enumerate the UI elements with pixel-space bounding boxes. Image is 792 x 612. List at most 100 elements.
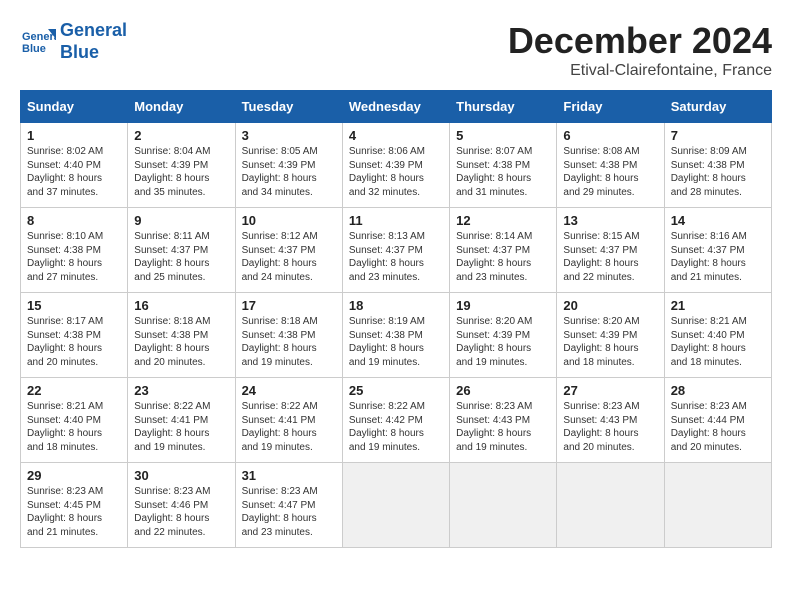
cell-info: Sunrise: 8:09 AMSunset: 4:38 PMDaylight:… <box>671 145 765 199</box>
svg-text:Blue: Blue <box>22 43 46 55</box>
calendar-cell: 14 Sunrise: 8:16 AMSunset: 4:37 PMDayligh… <box>664 208 771 293</box>
cell-info: Sunrise: 8:23 AMSunset: 4:46 PMDaylight:… <box>134 485 228 539</box>
calendar-cell <box>664 463 771 548</box>
date-number: 9 <box>134 213 228 228</box>
date-number: 15 <box>27 298 121 313</box>
cell-info: Sunrise: 8:15 AMSunset: 4:37 PMDaylight:… <box>563 230 657 284</box>
cell-info: Sunrise: 8:05 AMSunset: 4:39 PMDaylight:… <box>242 145 336 199</box>
date-number: 20 <box>563 298 657 313</box>
date-number: 18 <box>349 298 443 313</box>
calendar-table: SundayMondayTuesdayWednesdayThursdayFrid… <box>20 90 772 548</box>
calendar-cell: 16Sunrise: 8:18 AMSunset: 4:38 PMDayligh… <box>128 293 235 378</box>
title-block: December 2024 Etival-Clairefontaine, Fra… <box>508 20 772 80</box>
cell-info: Sunrise: 8:21 AMSunset: 4:40 PMDaylight:… <box>671 315 765 369</box>
cell-info: Sunrise: 8:12 AMSunset: 4:37 PMDaylight:… <box>242 230 336 284</box>
date-number: 30 <box>134 468 228 483</box>
cell-info: Sunrise: 8:22 AMSunset: 4:42 PMDaylight:… <box>349 400 443 454</box>
calendar-cell: 19 Sunrise: 8:20 AMSunset: 4:39 PMDayligh… <box>450 293 557 378</box>
date-number: 7 <box>671 128 765 143</box>
calendar-cell: 12 Sunrise: 8:14 AMSunset: 4:37 PMDayligh… <box>450 208 557 293</box>
svg-text:General: General <box>22 31 56 43</box>
calendar-cell: 27 Sunrise: 8:23 AMSunset: 4:43 PMDayligh… <box>557 378 664 463</box>
logo: General Blue General Blue <box>20 20 127 63</box>
calendar-cell: 5 Sunrise: 8:07 AMSunset: 4:38 PMDaylight… <box>450 123 557 208</box>
calendar-cell: 10 Sunrise: 8:12 AMSunset: 4:37 PMDayligh… <box>235 208 342 293</box>
date-number: 6 <box>563 128 657 143</box>
date-number: 12 <box>456 213 550 228</box>
date-number: 4 <box>349 128 443 143</box>
week-row-5: 29 Sunrise: 8:23 AMSunset: 4:45 PMDayligh… <box>21 463 772 548</box>
col-header-thursday: Thursday <box>450 91 557 123</box>
calendar-cell: 18 Sunrise: 8:19 AMSunset: 4:38 PMDayligh… <box>342 293 449 378</box>
date-number: 11 <box>349 213 443 228</box>
month-title: December 2024 <box>508 20 772 62</box>
calendar-cell: 11 Sunrise: 8:13 AMSunset: 4:37 PMDayligh… <box>342 208 449 293</box>
calendar-cell: 23Sunrise: 8:22 AMSunset: 4:41 PMDayligh… <box>128 378 235 463</box>
cell-info: Sunrise: 8:06 AMSunset: 4:39 PMDaylight:… <box>349 145 443 199</box>
date-number: 19 <box>456 298 550 313</box>
calendar-cell: 24Sunrise: 8:22 AMSunset: 4:41 PMDayligh… <box>235 378 342 463</box>
cell-info: Sunrise: 8:23 AMSunset: 4:44 PMDaylight:… <box>671 400 765 454</box>
location: Etival-Clairefontaine, France <box>508 62 772 80</box>
cell-info: Sunrise: 8:08 AMSunset: 4:38 PMDaylight:… <box>563 145 657 199</box>
calendar-header-row: SundayMondayTuesdayWednesdayThursdayFrid… <box>21 91 772 123</box>
calendar-cell: 21 Sunrise: 8:21 AMSunset: 4:40 PMDayligh… <box>664 293 771 378</box>
calendar-cell: 6 Sunrise: 8:08 AMSunset: 4:38 PMDaylight… <box>557 123 664 208</box>
logo-icon: General Blue <box>20 24 56 60</box>
cell-info: Sunrise: 8:22 AMSunset: 4:41 PMDaylight:… <box>242 400 336 454</box>
cell-info: Sunrise: 8:23 AMSunset: 4:43 PMDaylight:… <box>456 400 550 454</box>
cell-info: Sunrise: 8:10 AMSunset: 4:38 PMDaylight:… <box>27 230 121 284</box>
cell-info: Sunrise: 8:23 AMSunset: 4:47 PMDaylight:… <box>242 485 336 539</box>
cell-info: Sunrise: 8:14 AMSunset: 4:37 PMDaylight:… <box>456 230 550 284</box>
date-number: 27 <box>563 383 657 398</box>
date-number: 1 <box>27 128 121 143</box>
cell-info: Sunrise: 8:07 AMSunset: 4:38 PMDaylight:… <box>456 145 550 199</box>
cell-info: Sunrise: 8:19 AMSunset: 4:38 PMDaylight:… <box>349 315 443 369</box>
date-number: 22 <box>27 383 121 398</box>
cell-info: Sunrise: 8:13 AMSunset: 4:37 PMDaylight:… <box>349 230 443 284</box>
page-header: General Blue General Blue December 2024 … <box>20 20 772 80</box>
col-header-wednesday: Wednesday <box>342 91 449 123</box>
calendar-cell: 20 Sunrise: 8:20 AMSunset: 4:39 PMDayligh… <box>557 293 664 378</box>
date-number: 28 <box>671 383 765 398</box>
cell-info: Sunrise: 8:17 AMSunset: 4:38 PMDaylight:… <box>27 315 121 369</box>
cell-info: Sunrise: 8:18 AMSunset: 4:38 PMDaylight:… <box>242 315 336 369</box>
date-number: 14 <box>671 213 765 228</box>
date-number: 10 <box>242 213 336 228</box>
date-number: 8 <box>27 213 121 228</box>
date-number: 5 <box>456 128 550 143</box>
col-header-friday: Friday <box>557 91 664 123</box>
date-number: 3 <box>242 128 336 143</box>
week-row-4: 22Sunrise: 8:21 AMSunset: 4:40 PMDayligh… <box>21 378 772 463</box>
col-header-sunday: Sunday <box>21 91 128 123</box>
cell-info: Sunrise: 8:02 AMSunset: 4:40 PMDaylight:… <box>27 145 121 199</box>
date-number: 29 <box>27 468 121 483</box>
cell-info: Sunrise: 8:04 AMSunset: 4:39 PMDaylight:… <box>134 145 228 199</box>
date-number: 26 <box>456 383 550 398</box>
cell-info: Sunrise: 8:23 AMSunset: 4:45 PMDaylight:… <box>27 485 121 539</box>
calendar-cell: 22Sunrise: 8:21 AMSunset: 4:40 PMDayligh… <box>21 378 128 463</box>
cell-info: Sunrise: 8:23 AMSunset: 4:43 PMDaylight:… <box>563 400 657 454</box>
cell-info: Sunrise: 8:16 AMSunset: 4:37 PMDaylight:… <box>671 230 765 284</box>
calendar-cell: 26 Sunrise: 8:23 AMSunset: 4:43 PMDayligh… <box>450 378 557 463</box>
cell-info: Sunrise: 8:20 AMSunset: 4:39 PMDaylight:… <box>563 315 657 369</box>
calendar-cell: 29 Sunrise: 8:23 AMSunset: 4:45 PMDayligh… <box>21 463 128 548</box>
week-row-1: 1 Sunrise: 8:02 AMSunset: 4:40 PMDaylight… <box>21 123 772 208</box>
calendar-cell: 17Sunrise: 8:18 AMSunset: 4:38 PMDayligh… <box>235 293 342 378</box>
week-row-3: 15 Sunrise: 8:17 AMSunset: 4:38 PMDayligh… <box>21 293 772 378</box>
calendar-cell: 3 Sunrise: 8:05 AMSunset: 4:39 PMDaylight… <box>235 123 342 208</box>
col-header-saturday: Saturday <box>664 91 771 123</box>
col-header-monday: Monday <box>128 91 235 123</box>
date-number: 2 <box>134 128 228 143</box>
calendar-cell: 7 Sunrise: 8:09 AMSunset: 4:38 PMDaylight… <box>664 123 771 208</box>
col-header-tuesday: Tuesday <box>235 91 342 123</box>
cell-info: Sunrise: 8:11 AMSunset: 4:37 PMDaylight:… <box>134 230 228 284</box>
date-number: 21 <box>671 298 765 313</box>
date-number: 23 <box>134 383 228 398</box>
calendar-cell: 8 Sunrise: 8:10 AMSunset: 4:38 PMDaylight… <box>21 208 128 293</box>
cell-info: Sunrise: 8:18 AMSunset: 4:38 PMDaylight:… <box>134 315 228 369</box>
date-number: 13 <box>563 213 657 228</box>
cell-info: Sunrise: 8:20 AMSunset: 4:39 PMDaylight:… <box>456 315 550 369</box>
date-number: 31 <box>242 468 336 483</box>
calendar-cell: 31 Sunrise: 8:23 AMSunset: 4:47 PMDayligh… <box>235 463 342 548</box>
